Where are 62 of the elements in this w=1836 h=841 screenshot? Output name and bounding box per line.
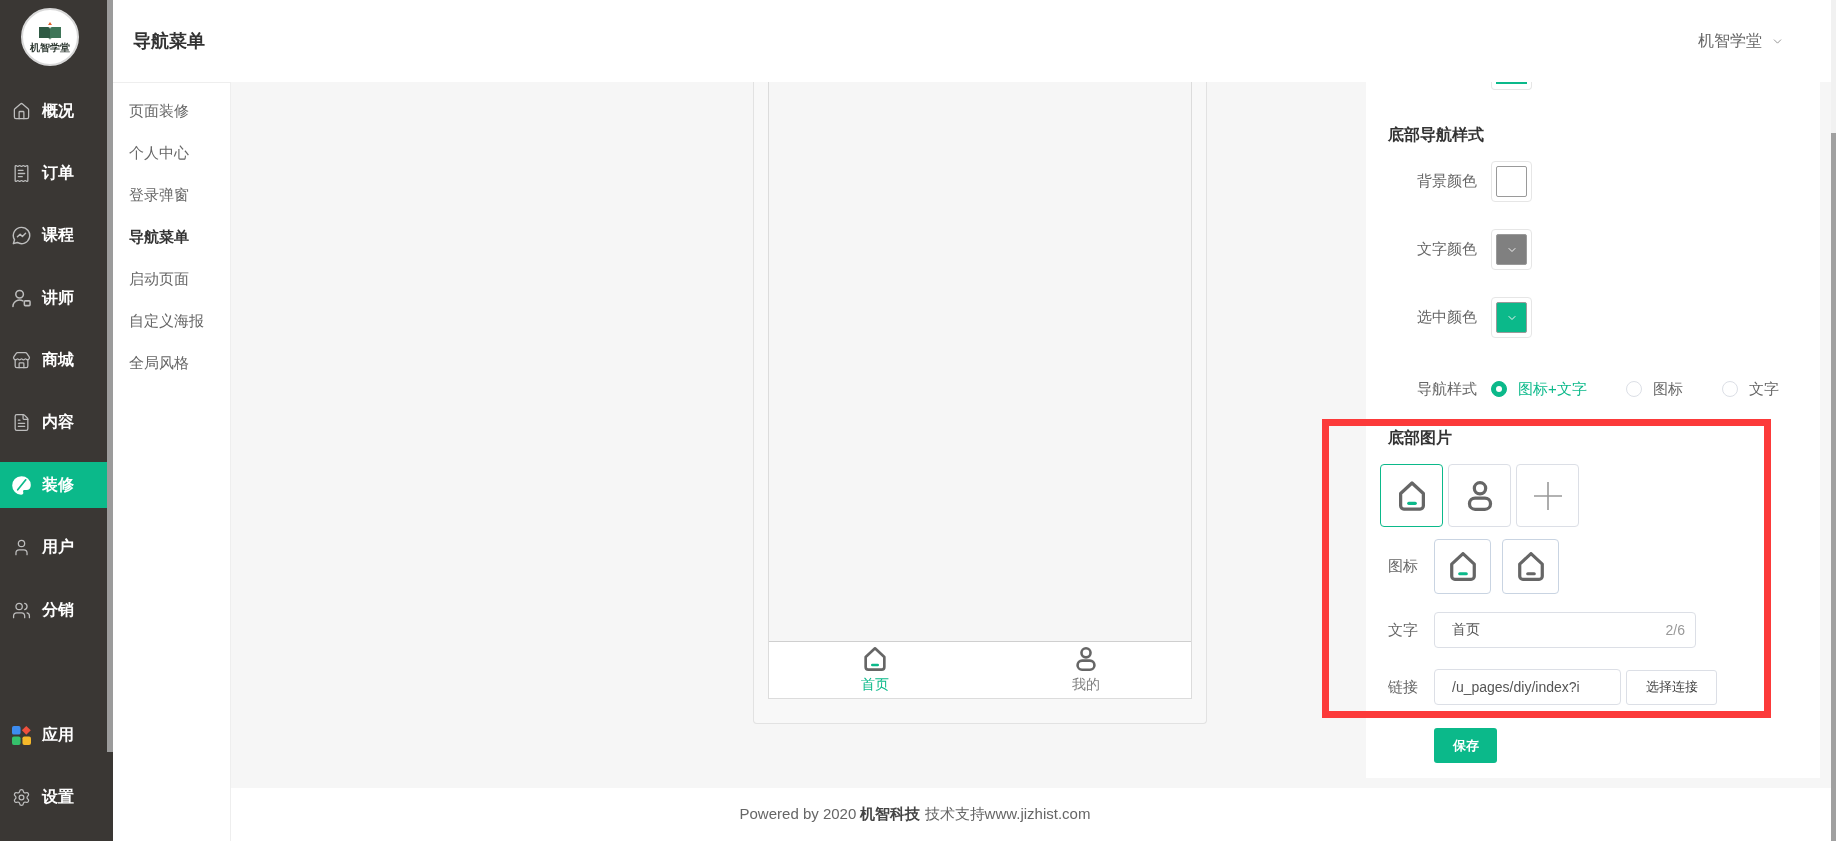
field-label: 选中颜色 bbox=[1416, 308, 1477, 327]
nav-item[interactable]: 讲师 bbox=[0, 275, 107, 322]
nav-item[interactable]: 课程 bbox=[0, 212, 107, 259]
page-title: 导航菜单 bbox=[133, 30, 205, 53]
users-icon bbox=[12, 600, 31, 620]
field-label: 背景颜色 bbox=[1416, 172, 1477, 191]
nav-item[interactable]: 用户 bbox=[0, 524, 107, 571]
nav-item[interactable]: 订单 bbox=[0, 150, 107, 197]
user-badge-icon bbox=[12, 288, 31, 308]
subnav-item[interactable]: 个人中心 bbox=[113, 132, 230, 174]
receipt-icon bbox=[12, 163, 31, 183]
subnav-item[interactable]: 启动页面 bbox=[113, 258, 230, 300]
store-icon bbox=[12, 351, 31, 371]
subnav-item[interactable]: 页面装修 bbox=[113, 90, 230, 132]
subnav-item[interactable]: 自定义海报 bbox=[113, 300, 230, 342]
add-tile[interactable] bbox=[1516, 464, 1579, 527]
char-count: 2/6 bbox=[1665, 621, 1685, 640]
scrollbar[interactable] bbox=[1831, 133, 1836, 841]
house-icon bbox=[1398, 480, 1425, 511]
user-icon bbox=[12, 538, 31, 558]
icon-option[interactable] bbox=[1434, 539, 1491, 594]
scrollbar[interactable] bbox=[107, 0, 113, 752]
radio-option[interactable]: 图标 bbox=[1625, 379, 1683, 399]
footer-text: Powered by 2020 机智科技 技术支持www.jizhist.com bbox=[739, 805, 1091, 824]
nav-item[interactable]: 内容 bbox=[0, 399, 107, 446]
section-title: 底部图片 bbox=[1388, 428, 1453, 448]
field-label: 链接 bbox=[1388, 677, 1419, 697]
select-link-button[interactable]: 选择连接 bbox=[1626, 669, 1717, 705]
nav-item[interactable]: 设置 bbox=[0, 774, 107, 820]
apps-grid-icon bbox=[12, 725, 31, 745]
subnav-item[interactable]: 登录弹窗 bbox=[113, 174, 230, 216]
settings-icon bbox=[12, 787, 31, 807]
user-icon bbox=[1466, 480, 1493, 511]
subnav-item[interactable]: 导航菜单 bbox=[113, 216, 230, 258]
book-icon bbox=[38, 21, 62, 40]
chat-bubble-icon bbox=[12, 226, 31, 246]
link-input[interactable]: /u_pages/diy/index?i bbox=[1434, 669, 1621, 705]
plus-icon bbox=[1533, 481, 1562, 510]
house-icon bbox=[1517, 552, 1544, 581]
field-label: 导航样式 bbox=[1416, 379, 1477, 399]
nav-item[interactable]: 分销 bbox=[0, 587, 107, 634]
account-menu[interactable]: 机智学堂 bbox=[1698, 30, 1784, 52]
radio-option[interactable]: 文字 bbox=[1721, 379, 1779, 399]
user-icon bbox=[1074, 647, 1097, 671]
icon-option[interactable] bbox=[1502, 539, 1559, 594]
subnav-item[interactable]: 全局风格 bbox=[113, 342, 230, 384]
color-picker[interactable] bbox=[1491, 82, 1532, 90]
document-icon bbox=[12, 413, 31, 433]
field-label: 文字 bbox=[1388, 620, 1419, 640]
house-icon bbox=[12, 101, 31, 121]
house-icon bbox=[1449, 552, 1476, 581]
palette-icon bbox=[12, 475, 31, 495]
image-tile[interactable] bbox=[1380, 464, 1443, 527]
field-label: 文字颜色 bbox=[1416, 240, 1477, 259]
logo-text: 机智学堂 bbox=[30, 41, 70, 53]
section-title: 底部导航样式 bbox=[1388, 125, 1485, 145]
nav-item[interactable]: 应用 bbox=[0, 712, 107, 758]
house-icon bbox=[863, 647, 886, 671]
field-label: 图标 bbox=[1388, 557, 1419, 576]
tab-item[interactable]: 我的 bbox=[980, 642, 1191, 698]
nav-item[interactable]: 概况 bbox=[0, 88, 107, 134]
nav-item[interactable]: 商城 bbox=[0, 337, 107, 384]
